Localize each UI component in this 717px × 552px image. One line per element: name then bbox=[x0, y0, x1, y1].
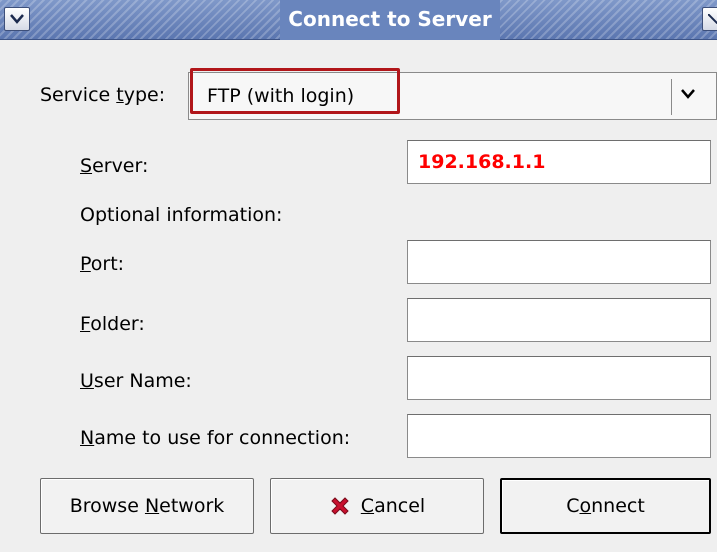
cancel-x-icon bbox=[331, 497, 349, 515]
combo-separator bbox=[671, 79, 672, 115]
connect-label: Connect bbox=[566, 495, 645, 517]
connect-button[interactable]: Connect bbox=[500, 478, 711, 534]
service-type-dropdown[interactable]: FTP (with login) bbox=[188, 72, 717, 120]
user-name-label: User Name: bbox=[80, 370, 192, 392]
server-label: Server: bbox=[80, 155, 149, 177]
cancel-label: Cancel bbox=[360, 495, 426, 517]
close-icon bbox=[708, 14, 717, 24]
title-bar: Connect to Server bbox=[0, 0, 717, 40]
folder-label: Folder: bbox=[80, 313, 145, 335]
service-type-value: FTP (with login) bbox=[207, 85, 355, 107]
user-name-input[interactable] bbox=[407, 356, 711, 400]
port-input[interactable] bbox=[407, 240, 711, 284]
chevron-down-icon bbox=[10, 14, 24, 24]
server-input[interactable] bbox=[407, 140, 711, 184]
connection-name-label: Name to use for connection: bbox=[80, 427, 351, 449]
window-menu-button[interactable] bbox=[4, 7, 30, 31]
folder-input[interactable] bbox=[407, 298, 711, 342]
optional-information-heading: Optional information: bbox=[80, 204, 283, 226]
browse-network-button[interactable]: Browse Network bbox=[40, 478, 254, 534]
window-close-button[interactable] bbox=[702, 7, 717, 31]
browse-network-label: Browse Network bbox=[69, 495, 225, 517]
port-label: Port: bbox=[80, 253, 125, 275]
cancel-button[interactable]: Cancel bbox=[270, 478, 484, 534]
connection-name-input[interactable] bbox=[407, 414, 711, 458]
chevron-down-icon bbox=[681, 89, 695, 99]
window-title: Connect to Server bbox=[280, 0, 500, 40]
service-type-label: Service type: bbox=[40, 84, 166, 106]
